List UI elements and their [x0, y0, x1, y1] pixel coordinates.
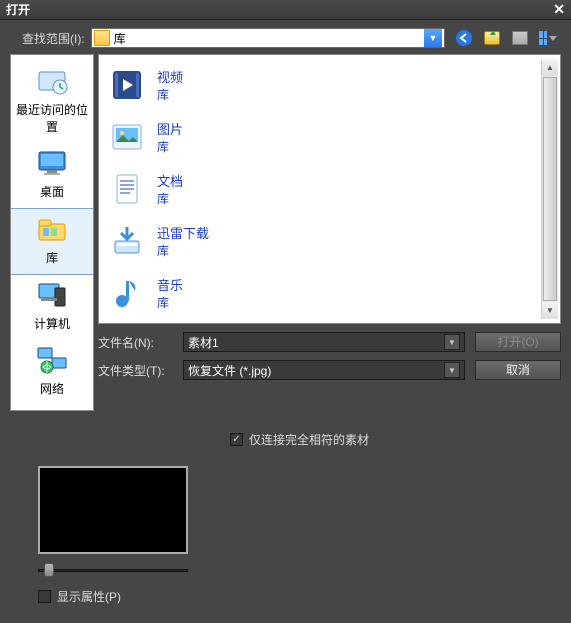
titlebar: 打开 ✕ [0, 0, 571, 20]
dialog-body: 查找范围(I): 库 ▼ 最近访问的位置 [0, 20, 571, 613]
item-name: 视频 [157, 67, 183, 86]
list-item[interactable]: 视频 库 [101, 59, 541, 111]
preview-box [38, 466, 188, 554]
close-icon[interactable]: ✕ [553, 1, 565, 18]
cancel-button[interactable]: 取消 [475, 360, 561, 380]
back-icon[interactable] [455, 29, 473, 47]
preview-area [38, 466, 188, 578]
dialog-title: 打开 [6, 1, 30, 18]
place-label: 桌面 [11, 183, 93, 200]
filetype-value: 恢复文件 (*.jpg) [188, 362, 271, 379]
view-menu-icon[interactable] [539, 29, 557, 47]
scroll-thumb[interactable] [543, 77, 557, 301]
music-library-icon [107, 273, 147, 313]
filename-row: 文件名(N): 素材1 ▼ 打开(O) [98, 332, 561, 352]
lookin-row: 查找范围(I): 库 ▼ [10, 28, 561, 48]
show-props-checkbox[interactable]: ✓ [38, 590, 51, 603]
item-meta: 图片 库 [157, 119, 183, 155]
link-exact-row: ✓ 仅连接完全相符的素材 [230, 431, 561, 448]
item-sub: 库 [157, 190, 183, 207]
scrollbar[interactable]: ▲ ▼ [541, 59, 558, 319]
item-meta: 音乐 库 [157, 275, 183, 311]
nav-icons [451, 29, 561, 47]
file-pane: 视频 库 图片 库 [98, 54, 561, 411]
places-bar: 最近访问的位置 桌面 库 计算机 [10, 54, 94, 411]
filetype-label: 文件类型(T): [98, 362, 173, 379]
item-meta: 视频 库 [157, 67, 183, 103]
place-label: 计算机 [11, 315, 93, 332]
filetype-row: 文件类型(T): 恢复文件 (*.jpg) ▼ 取消 [98, 360, 561, 380]
place-network[interactable]: 网络 [11, 340, 93, 405]
item-sub: 库 [157, 86, 183, 103]
recent-icon [34, 65, 70, 97]
libraries-icon [34, 213, 70, 245]
item-meta: 迅雷下载 库 [157, 223, 209, 259]
new-folder-icon[interactable] [511, 29, 529, 47]
filename-input[interactable]: 素材1 ▼ [183, 332, 465, 352]
slider-track [38, 569, 188, 572]
item-name: 迅雷下载 [157, 223, 209, 242]
list-item[interactable]: 迅雷下载 库 [101, 215, 541, 267]
item-sub: 库 [157, 138, 183, 155]
chevron-down-icon[interactable]: ▼ [444, 362, 460, 378]
item-name: 音乐 [157, 275, 183, 294]
place-recent[interactable]: 最近访问的位置 [11, 61, 93, 143]
lookin-label: 查找范围(I): [22, 30, 85, 47]
show-props-row: ✓ 显示属性(P) [38, 588, 561, 605]
lookin-combo[interactable]: 库 ▼ [91, 28, 445, 48]
list-item[interactable]: 图片 库 [101, 111, 541, 163]
chevron-down-icon[interactable]: ▼ [444, 334, 460, 350]
place-label: 最近访问的位置 [11, 101, 93, 135]
video-library-icon [107, 65, 147, 105]
chevron-down-icon[interactable]: ▼ [424, 29, 442, 47]
computer-icon [34, 279, 70, 311]
filename-value: 素材1 [188, 334, 219, 351]
document-library-icon [107, 169, 147, 209]
up-one-level-icon[interactable] [483, 29, 501, 47]
place-label: 库 [11, 249, 93, 266]
list-item[interactable]: 音乐 库 [101, 267, 541, 319]
main-area: 最近访问的位置 桌面 库 计算机 [10, 54, 561, 411]
lookin-value: 库 [114, 30, 126, 47]
item-sub: 库 [157, 242, 209, 259]
filetype-select[interactable]: 恢复文件 (*.jpg) ▼ [183, 360, 465, 380]
link-exact-checkbox[interactable]: ✓ [230, 433, 243, 446]
open-button[interactable]: 打开(O) [475, 332, 561, 352]
link-exact-label: 仅连接完全相符的素材 [249, 431, 369, 448]
item-name: 图片 [157, 119, 183, 138]
filename-label: 文件名(N): [98, 334, 173, 351]
download-library-icon [107, 221, 147, 261]
place-computer[interactable]: 计算机 [11, 275, 93, 340]
desktop-icon [34, 147, 70, 179]
list-item[interactable]: 文档 库 [101, 163, 541, 215]
picture-library-icon [107, 117, 147, 157]
file-list: 视频 库 图片 库 [98, 54, 561, 324]
item-name: 文档 [157, 171, 183, 190]
place-libraries[interactable]: 库 [11, 208, 93, 275]
slider-handle[interactable] [44, 563, 54, 577]
place-desktop[interactable]: 桌面 [11, 143, 93, 208]
show-props-label: 显示属性(P) [57, 588, 121, 605]
item-sub: 库 [157, 294, 183, 311]
folder-icon [94, 30, 110, 46]
place-label: 网络 [11, 380, 93, 397]
scroll-down-icon[interactable]: ▼ [542, 302, 558, 319]
network-icon [34, 344, 70, 376]
scroll-up-icon[interactable]: ▲ [542, 59, 558, 76]
item-meta: 文档 库 [157, 171, 183, 207]
preview-slider[interactable] [38, 562, 188, 578]
